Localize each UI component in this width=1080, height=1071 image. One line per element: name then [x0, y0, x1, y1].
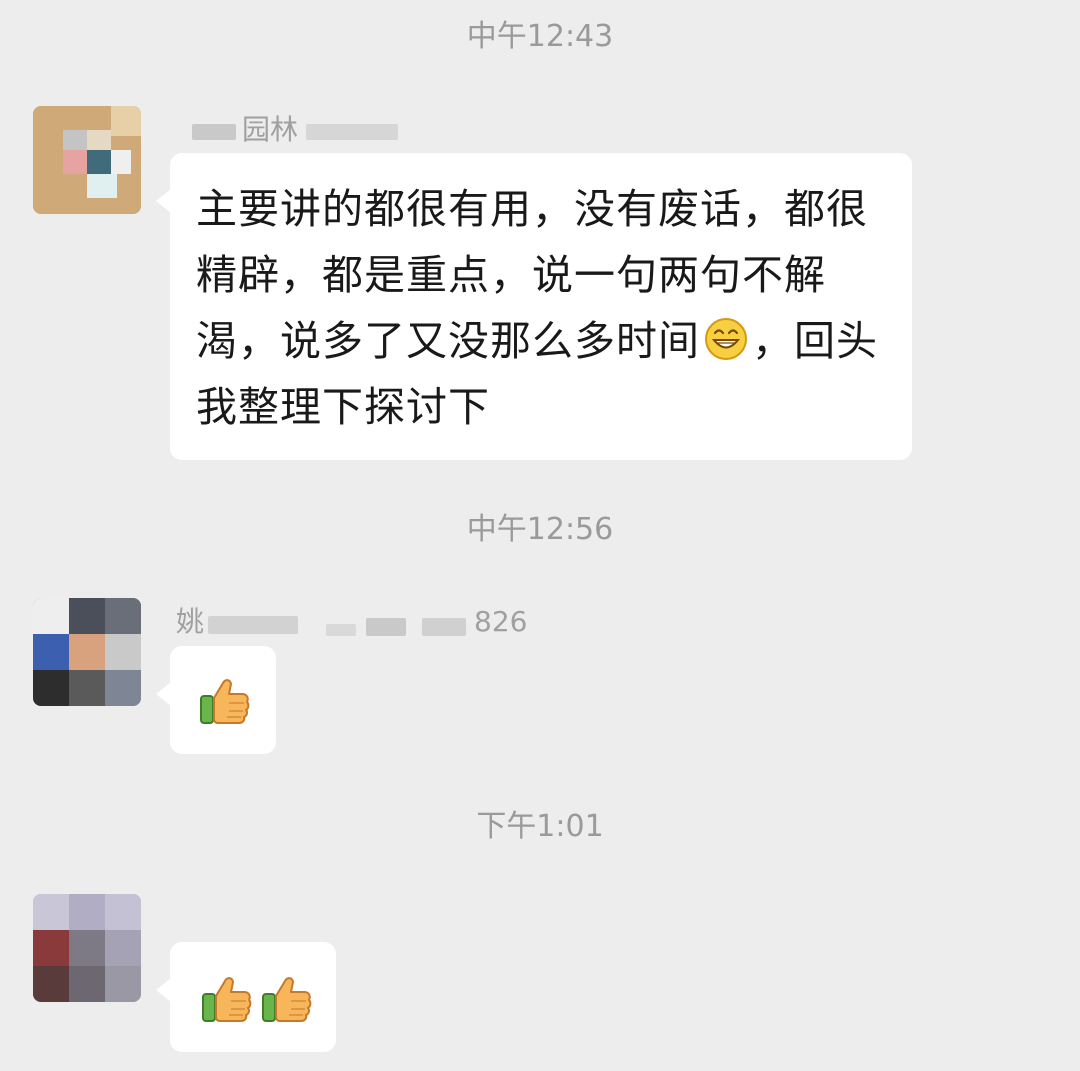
- sender-name: 园林: [188, 112, 418, 146]
- message-bubble[interactable]: 主要讲的都很有用，没有废话，都很精辟，都是重点，说一句两句不解渴，说多了又没那么…: [156, 153, 912, 460]
- message-bubble[interactable]: [156, 942, 336, 1052]
- sender-name: 姚 826: [176, 605, 528, 638]
- avatar[interactable]: [33, 106, 141, 214]
- message-bubble[interactable]: [156, 646, 276, 754]
- message-text: 主要讲的都很有用，没有废话，都很精辟，都是重点，说一句两句不解渴，说多了又没那么…: [196, 185, 878, 431]
- avatar[interactable]: [33, 598, 141, 706]
- thumbs-up-icon: [258, 970, 314, 1026]
- thumbs-up-icon: [196, 672, 252, 728]
- timestamp: 中午12:56: [466, 512, 614, 547]
- thumbs-up-icon: [198, 970, 254, 1026]
- timestamp: 中午12:43: [466, 19, 614, 54]
- avatar[interactable]: [33, 894, 141, 1002]
- grin-emoji: [705, 318, 747, 360]
- timestamp: 下午1:01: [476, 809, 604, 844]
